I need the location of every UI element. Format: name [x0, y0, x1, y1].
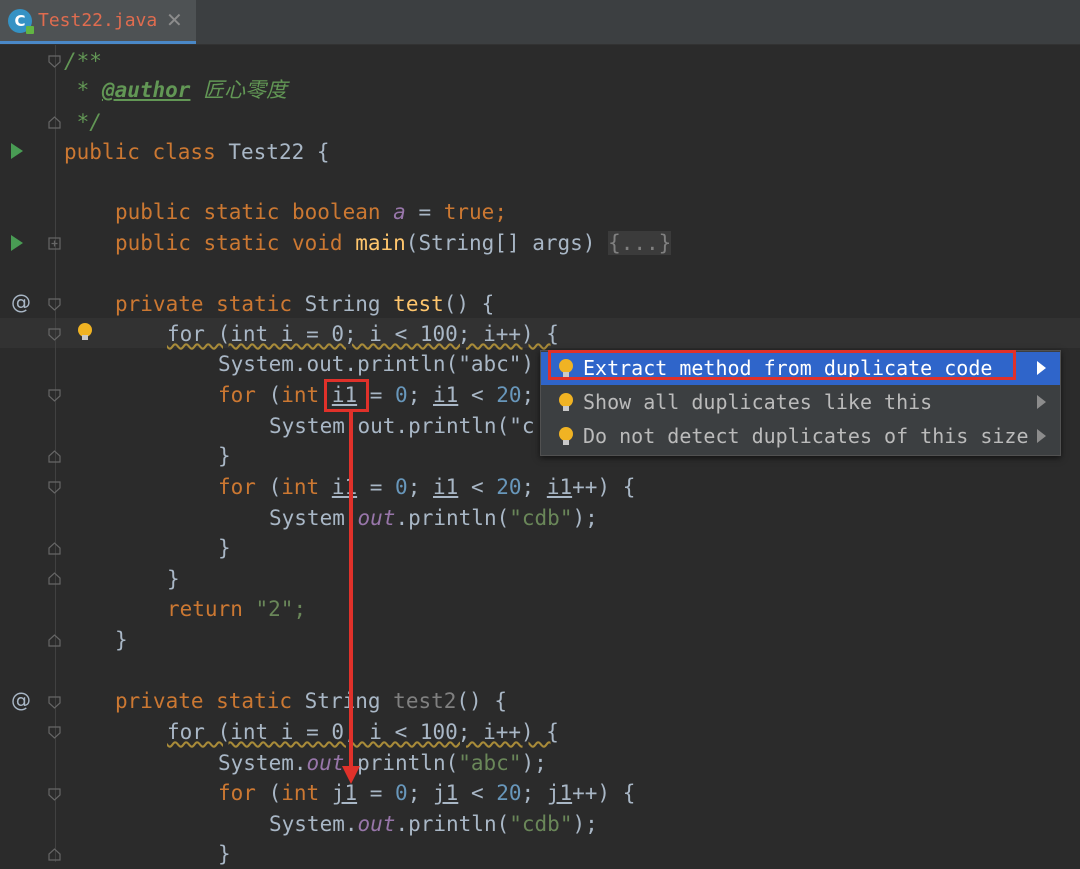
for-loop-outer-test2: for (int i = 0; i < 100; i++) { — [167, 720, 559, 744]
tab-test22-java[interactable]: C Test22.java ✕ — [0, 0, 196, 44]
closing-brace: } — [167, 567, 180, 591]
author-name: 匠心零度 — [190, 78, 288, 102]
menu-item-label: Show all duplicates like this — [583, 390, 933, 414]
tab-title: Test22.java — [38, 10, 158, 31]
code-line[interactable]: private static String test() { — [0, 289, 1080, 319]
code-line[interactable]: for (int i1 = 0; i1 < 20; i1++) { — [0, 472, 1080, 502]
code-line[interactable]: for (int j1 = 0; j1 < 20; j1++) { — [0, 778, 1080, 808]
for-loop-i1: for (int i1 = 0; i1 < 20; — [218, 383, 535, 407]
menu-item-show-duplicates[interactable]: Show all duplicates like this — [541, 386, 1060, 419]
lightbulb-icon — [559, 393, 573, 411]
code-line[interactable]: } — [0, 839, 1080, 869]
close-tab-icon[interactable]: ✕ — [166, 8, 183, 32]
code-line[interactable]: for (int i = 0; i < 100; i++) { — [0, 717, 1080, 747]
menu-item-do-not-detect[interactable]: Do not detect duplicates of this size — [541, 420, 1060, 453]
println-cdb: System.out.println("cdb"); — [269, 506, 598, 530]
author-tag: @author — [101, 78, 191, 102]
annotation-arrow — [349, 412, 353, 770]
code-line[interactable]: } — [0, 564, 1080, 594]
doc-comment-author: * @author 匠心零度 — [64, 78, 288, 102]
highlight-box-i1-variable — [324, 379, 369, 412]
code-line[interactable]: */ — [0, 107, 1080, 137]
doc-comment-end: */ — [64, 110, 102, 134]
annotation-arrow-head — [342, 766, 360, 784]
test2-method-declaration: private static String test2() { — [115, 689, 507, 713]
test-method-declaration: private static String test() { — [115, 292, 495, 316]
submenu-arrow-icon — [1037, 429, 1046, 443]
closing-brace: } — [218, 536, 231, 560]
for-loop-i1-second: for (int i1 = 0; i1 < 20; i1++) { — [218, 475, 636, 499]
folded-body[interactable]: {...} — [608, 231, 672, 255]
doc-comment-start: /** — [64, 49, 102, 73]
field-declaration: public static boolean a = true; — [115, 200, 507, 224]
code-line[interactable]: } — [0, 625, 1080, 655]
closing-brace: } — [115, 628, 128, 652]
println-abc: System.out.println("abc"); — [218, 751, 547, 775]
main-method-declaration: public static void main(String[] args) {… — [115, 231, 672, 255]
lightbulb-icon — [559, 427, 573, 445]
class-declaration: public class Test22 { — [64, 140, 330, 164]
code-line[interactable]: public static boolean a = true; — [0, 197, 1080, 227]
for-loop-outer: for (int i = 0; i < 100; i++) { — [167, 322, 559, 346]
closing-brace: } — [218, 444, 231, 468]
println-abc: System.out.println("abc") — [218, 352, 535, 376]
println-cdb: System.out.println("c — [269, 414, 535, 438]
code-line[interactable]: /** — [0, 46, 1080, 76]
submenu-arrow-icon — [1037, 395, 1046, 409]
return-statement: return "2"; — [167, 597, 307, 621]
code-line[interactable]: private static String test2() { — [0, 686, 1080, 716]
code-line[interactable]: System.out.println("abc"); — [0, 748, 1080, 778]
code-line[interactable]: * @author 匠心零度 — [0, 75, 1080, 105]
java-class-icon: C — [8, 9, 34, 34]
closing-brace: } — [218, 842, 231, 866]
code-line[interactable]: public static void main(String[] args) {… — [0, 228, 1080, 258]
code-line-current[interactable]: for (int i = 0; i < 100; i++) { — [0, 319, 1080, 349]
for-loop-j1: for (int j1 = 0; j1 < 20; j1++) { — [218, 781, 636, 805]
println-cdb: System.out.println("cdb"); — [269, 812, 598, 836]
editor-tab-bar: C Test22.java ✕ — [0, 0, 1080, 45]
menu-item-label: Do not detect duplicates of this size — [583, 424, 1029, 448]
code-line[interactable]: return "2"; — [0, 594, 1080, 624]
code-line[interactable]: System.out.println("cdb"); — [0, 503, 1080, 533]
code-line[interactable]: public class Test22 { — [0, 137, 1080, 167]
highlight-box-extract-method — [548, 350, 1016, 380]
submenu-arrow-icon — [1037, 361, 1046, 375]
code-line[interactable]: System.out.println("cdb"); — [0, 809, 1080, 839]
code-line[interactable]: } — [0, 533, 1080, 563]
